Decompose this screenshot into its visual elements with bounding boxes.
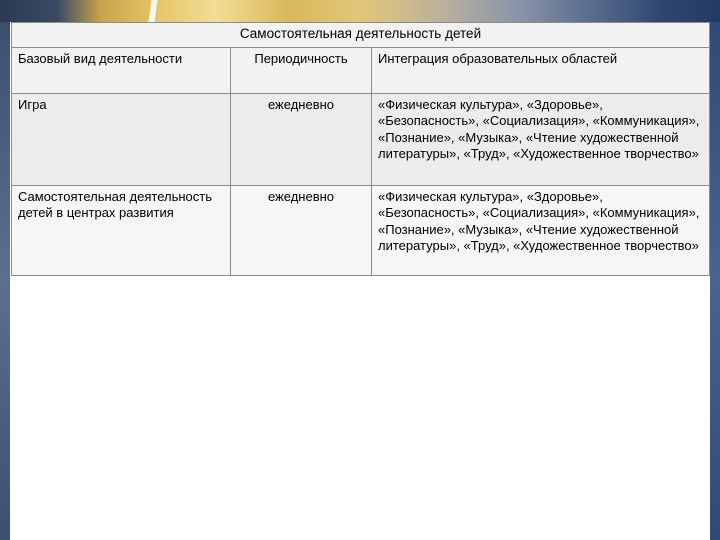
column-header-frequency: Периодичность <box>230 46 372 94</box>
cell-integration: «Физическая культура», «Здоровье», «Безо… <box>370 184 711 276</box>
column-header-activity: Базовый вид деятельности <box>11 46 231 94</box>
table-row: Игра ежедневно «Физическая культура», «З… <box>11 92 711 186</box>
slide-content: Самостоятельная деятельность детей Базов… <box>10 22 711 540</box>
slide-header-photo <box>0 0 720 22</box>
cell-frequency: ежедневно <box>230 184 372 276</box>
table-header-row: Базовый вид деятельности Периодичность И… <box>11 46 711 94</box>
table-title-row: Самостоятельная деятельность детей <box>10 22 711 48</box>
chalk-stick-decoration <box>147 0 159 22</box>
activity-table: Самостоятельная деятельность детей Базов… <box>10 22 711 276</box>
cell-activity: Игра <box>11 92 231 186</box>
table-title: Самостоятельная деятельность детей <box>10 22 711 48</box>
slide-left-border <box>0 22 10 540</box>
cell-frequency: ежедневно <box>230 92 372 186</box>
column-header-integration: Интеграция образовательных областей <box>370 46 711 94</box>
cell-activity: Самостоятельная деятельность детей в цен… <box>11 184 231 276</box>
cell-integration: «Физическая культура», «Здоровье», «Безо… <box>370 92 711 186</box>
slide-right-border <box>710 22 720 540</box>
table-row: Самостоятельная деятельность детей в цен… <box>11 184 711 276</box>
